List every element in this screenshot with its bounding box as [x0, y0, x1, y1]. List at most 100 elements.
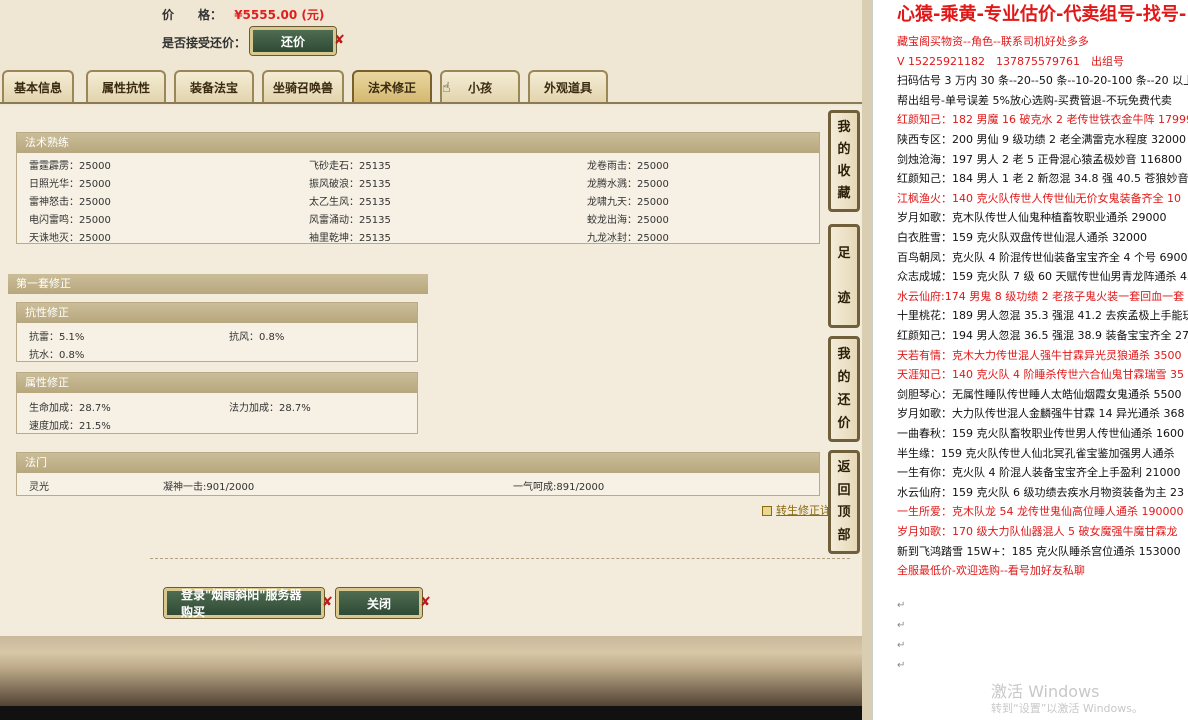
skill-cell: 振风破浪：25135 — [309, 179, 391, 190]
attr-correction-title: 属性修正 — [17, 373, 417, 393]
skill-cell: 雷神怒击：25000 — [29, 197, 111, 208]
skill-cell: 风雷涌动：25135 — [309, 215, 391, 226]
login-server-buy-button[interactable]: 登录"烟雨斜阳"服务器购买 — [164, 588, 324, 619]
side-char: 足 — [837, 245, 851, 261]
doc-line: 藏宝阁买物资--角色--联系司机好处多多 — [897, 35, 1089, 48]
empty-paragraph: ↵ — [897, 640, 906, 651]
my-favorites-button[interactable]: 我的收藏 — [828, 110, 860, 212]
resist-cell: 抗水：0.8% — [29, 350, 85, 361]
login-server-buy-label: 登录"烟雨斜阳"服务器购买 — [181, 588, 302, 619]
tab-spell-correction[interactable]: 法术修正 — [352, 70, 432, 102]
doc-line: 江枫渔火：140 克火队传世人传世仙无价女鬼装备齐全 10 — [897, 191, 1181, 205]
doc-line: 水云仙府:174 男鬼 8 级功绩 2 老孩子鬼火装一套回血一套 — [897, 289, 1185, 303]
my-counter-offers-button[interactable]: 我的还价 — [828, 336, 860, 442]
close-button[interactable]: 关闭 — [336, 588, 422, 618]
game-trade-panel: 价 格： ¥5555.00 (元) 是否接受还价： 还价 ✘ 基本信息 属性抗性… — [0, 0, 862, 720]
doc-line: 众志成城：159 克火队 7 级 60 天赋传世仙男青龙阵通杀 45 — [897, 270, 1188, 284]
accept-counter-row: 是否接受还价： — [162, 34, 246, 51]
resist-correction-title: 抗性修正 — [17, 303, 417, 323]
text-document: 心猿-乘黄-专业估价-代卖组号-找号- 藏宝阁买物资--角色--联系司机好处多多… — [872, 0, 1188, 720]
transfer-correction-link[interactable]: 转生修正详 — [762, 502, 831, 518]
tab-label: 小孩 — [467, 80, 492, 95]
close-x-icon[interactable]: ✘ — [334, 33, 345, 48]
attr-cell: 法力加成：28.7% — [229, 403, 311, 414]
empty-paragraph: ↵ — [897, 660, 906, 671]
skill-cell: 袖里乾坤：25135 — [309, 233, 391, 244]
gate-section: 法门 灵光 凝神一击:901/2000 一气呵成:891/2000 — [16, 452, 820, 496]
doc-line: 扫码估号 3 万内 30 条--20--50 条--10-20-100 条--2… — [897, 74, 1188, 88]
doc-line: 半生缘：159 克火队传世人仙北冥孔雀宝鉴加强男人通杀 — [897, 446, 1175, 460]
doc-title: 心猿-乘黄-专业估价-代卖组号-找号- — [897, 4, 1187, 25]
doc-line: 一生有你：克火队 4 阶混人装备宝宝齐全上手盈利 21000 — [897, 466, 1181, 480]
doc-line: 剑胆琴心：无属性睡队传世睡人太皓仙烟霞女鬼通杀 5500 — [897, 387, 1182, 401]
tab-equipment[interactable]: 装备法宝 — [174, 70, 254, 102]
counter-offer-label: 还价 — [280, 34, 305, 49]
back-to-top-button[interactable]: 返回顶部 — [828, 450, 860, 554]
counter-offer-button[interactable]: 还价 — [250, 27, 336, 55]
empty-paragraph: ↵ — [897, 600, 906, 611]
resist-cell: 抗雷：5.1% — [29, 332, 85, 343]
gate-item: 凝神一击:901/2000 — [163, 482, 255, 493]
skill-cell: 九龙冰封：25000 — [587, 233, 669, 244]
doc-line: 天涯知己：140 克火队 4 阶睡杀传世六合仙鬼甘霖瑞雪 35 — [897, 368, 1184, 382]
divider — [150, 558, 850, 559]
side-char: 还 — [837, 392, 851, 408]
skill-proficiency-title: 法术熟练 — [17, 133, 819, 153]
doc-line: 天若有情：克木大力传世混人强牛甘霖异光灵狼通杀 3500 — [897, 348, 1182, 362]
tab-basic-info[interactable]: 基本信息 — [2, 70, 74, 102]
side-char: 顶 — [837, 505, 851, 521]
gate-title: 法门 — [17, 453, 819, 473]
attr-correction-section: 属性修正 生命加成：28.7% 法力加成：28.7% 速度加成：21.5% — [16, 372, 418, 434]
side-char: 收 — [837, 164, 851, 179]
tab-label: 外观道具 — [543, 80, 592, 95]
tab-mounts-summons[interactable]: 坐骑召唤兽 — [262, 70, 344, 102]
skill-cell: 天诛地灭：25000 — [29, 233, 111, 244]
doc-line: 岁月如歌：大力队传世混人金麟强牛甘霖 14 异光通杀 368 — [897, 407, 1185, 421]
activate-windows-watermark: 激活 Windows — [991, 682, 1100, 701]
taskbar-strip — [0, 706, 862, 720]
tab-child[interactable]: 小孩 — [440, 70, 520, 102]
price-row: 价 格： ¥5555.00 (元) — [162, 6, 324, 23]
doc-line: 帮出组号-单号误差 5%放心选购-买费管退-不玩免费代卖 — [897, 93, 1172, 107]
resist-correction-section: 抗性修正 抗雷：5.1% 抗风：0.8% 抗水：0.8% — [16, 302, 418, 362]
doc-line: 一曲春秋：159 克火队畜牧职业传世男人传世仙通杀 1600 — [897, 427, 1184, 440]
accept-counter-label: 是否接受还价： — [162, 36, 247, 50]
doc-line: 一生所爱：克木队龙 54 龙传世鬼仙高位睡人通杀 190000 — [897, 505, 1184, 519]
tab-label: 属性抗性 — [101, 80, 150, 95]
side-char: 的 — [837, 369, 851, 385]
attr-cell: 速度加成：21.5% — [29, 421, 111, 432]
side-char: 的 — [837, 142, 851, 157]
empty-paragraph: ↵ — [897, 620, 906, 631]
skill-cell: 太乙生风：25135 — [309, 197, 391, 208]
tab-label: 法术修正 — [367, 80, 416, 95]
close-label: 关闭 — [366, 596, 391, 611]
skill-proficiency-section: 法术熟练 雷霆霹雳：25000 飞砂走石：25135 龙卷雨击：25000 日照… — [16, 132, 820, 244]
side-char: 回 — [837, 482, 851, 498]
side-char: 价 — [837, 415, 851, 431]
tab-appearance[interactable]: 外观道具 — [528, 70, 608, 102]
side-char: 我 — [837, 120, 851, 135]
doc-line: 岁月如歌：克木队传世人仙鬼种植畜牧职业通杀 29000 — [897, 211, 1167, 225]
bottom-decor-bar — [0, 636, 862, 720]
close-x-icon[interactable]: ✘ — [322, 595, 333, 610]
tab-attributes[interactable]: 属性抗性 — [86, 70, 166, 102]
skill-cell: 龙卷雨击：25000 — [587, 161, 669, 172]
skill-cell: 雷霆霹雳：25000 — [29, 161, 111, 172]
doc-line: 剑烛沧海：197 男人 2 老 5 正骨混心猿孟极妙音 116800 — [897, 152, 1182, 166]
cursor-hand-icon: ☝ — [442, 80, 451, 96]
doc-line: 百鸟朝凤：克火队 4 阶混传世仙装备宝宝齐全 4 个号 6900 — [897, 250, 1188, 264]
price-label: 价 格： — [162, 8, 223, 22]
close-x-icon[interactable]: ✘ — [420, 595, 431, 610]
doc-line: 新到飞鸿踏雪 15W+：185 克火队睡杀宫位通杀 153000 — [897, 544, 1181, 558]
skill-cell: 飞砂走石：25135 — [309, 161, 391, 172]
doc-line: 红颜知己：184 男人 1 老 2 新忽混 34.8 强 40.5 苍狼妙音 2… — [897, 172, 1188, 186]
footprint-button[interactable]: 足迹 — [828, 224, 860, 328]
side-char: 我 — [837, 346, 851, 362]
price-value: ¥5555.00 (元) — [234, 8, 325, 22]
tab-bar: 基本信息 属性抗性 装备法宝 坐骑召唤兽 法术修正 小孩 外观道具 ☝ — [0, 68, 862, 104]
tab-label: 装备法宝 — [189, 80, 238, 95]
doc-line: 水云仙府：159 克火队 6 级功绩去疾水月物资装备为主 23 — [897, 485, 1184, 499]
doc-line: 红颜知己：182 男魔 16 破克水 2 老传世铁衣金牛阵 17999 — [897, 113, 1188, 127]
side-char: 返 — [837, 460, 851, 476]
side-char: 部 — [837, 527, 851, 543]
